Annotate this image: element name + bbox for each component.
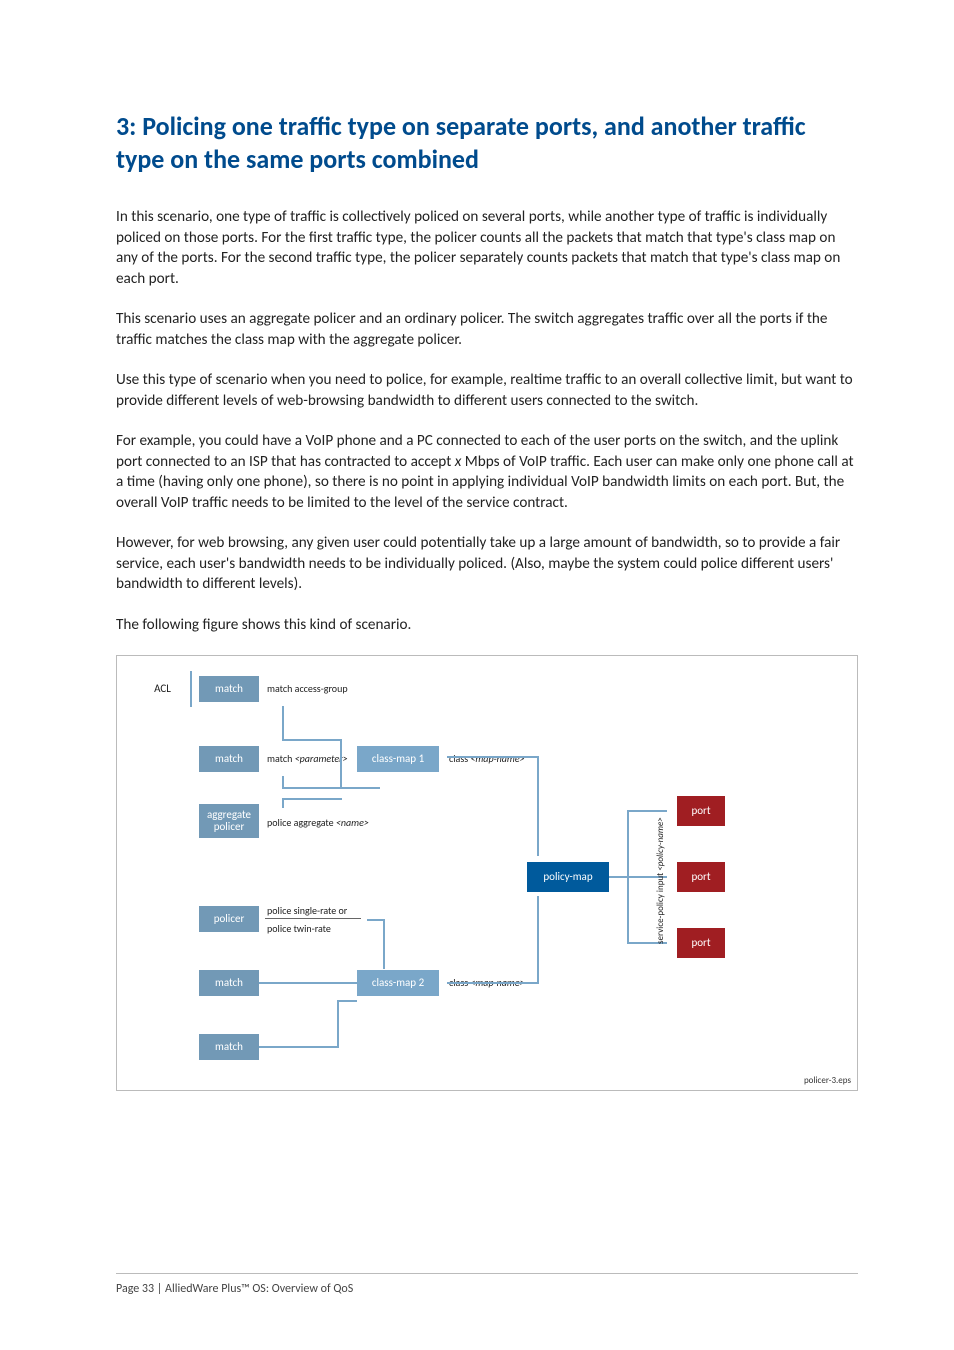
node-port-3: port — [677, 928, 725, 958]
node-port-2: port — [677, 862, 725, 892]
node-policy-map: policy-map — [527, 862, 609, 892]
label-police-single: police single-rate or — [267, 904, 347, 917]
label-police-twin: police twin-rate — [267, 922, 331, 935]
node-port-1: port — [677, 796, 725, 826]
node-policer: policer — [199, 906, 259, 932]
paragraph-6: The following figure shows this kind of … — [116, 615, 858, 636]
node-aggregate-policer: aggregate policer — [199, 804, 259, 838]
node-match-3: match — [199, 970, 259, 996]
node-match-2: match — [199, 746, 259, 772]
paragraph-2: This scenario uses an aggregate policer … — [116, 309, 858, 350]
label-police-aggregate: police aggregate <name> — [267, 816, 369, 829]
footer-divider — [116, 1273, 858, 1274]
label-service-policy: service-policy input <policy-name> — [655, 817, 666, 944]
page-footer: Page 33 | AlliedWare Plus™ OS: Overview … — [116, 1282, 353, 1296]
node-classmap-1: class-map 1 — [357, 746, 439, 772]
node-match-1: match — [199, 676, 259, 702]
node-acl: ACL — [135, 676, 190, 702]
paragraph-3: Use this type of scenario when you need … — [116, 370, 858, 411]
node-match-4: match — [199, 1034, 259, 1060]
figure-filename: policer-3.eps — [804, 1075, 851, 1086]
paragraph-5: However, for web browsing, any given use… — [116, 533, 858, 595]
label-match-parameter: match <parameter> — [267, 752, 348, 765]
figure-policer-3: ACL match match access-group match match… — [116, 655, 858, 1091]
label-match-access-group: match access-group — [267, 682, 348, 695]
node-classmap-2: class-map 2 — [357, 970, 439, 996]
paragraph-1: In this scenario, one type of traffic is… — [116, 207, 858, 289]
paragraph-4: For example, you could have a VoIP phone… — [116, 431, 858, 513]
section-heading: 3: Policing one traffic type on separate… — [116, 110, 858, 175]
label-class-map-name-1: class <map-name> — [449, 752, 525, 765]
